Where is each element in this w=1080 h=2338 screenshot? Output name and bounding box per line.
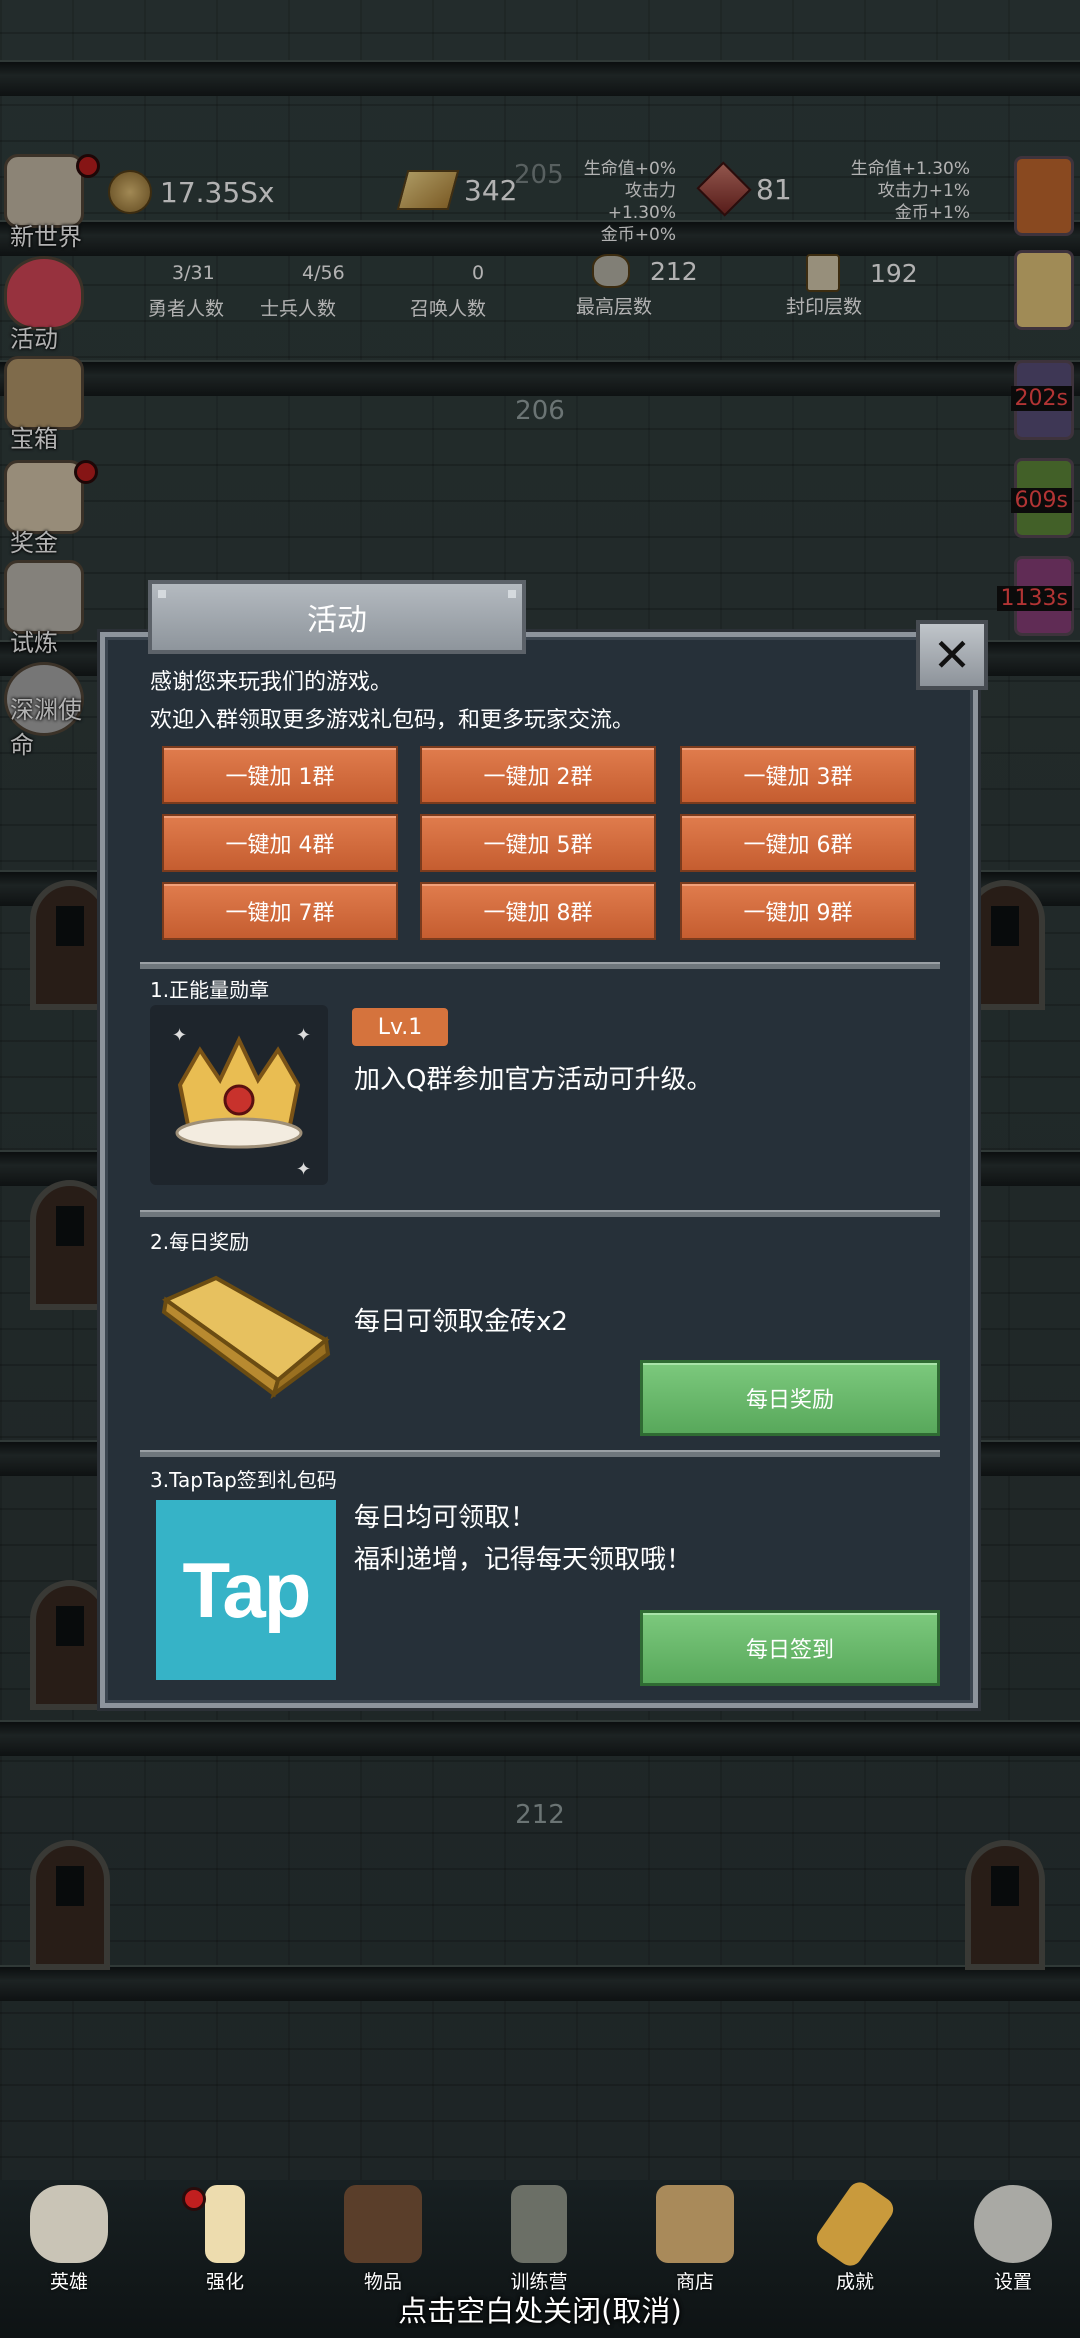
nav-settings[interactable]: 设置 (958, 2185, 1068, 2295)
nav-enhance[interactable]: 强化 (170, 2185, 280, 2295)
join-group-4-button[interactable]: 一键加 4群 (162, 814, 398, 872)
nav-shop[interactable]: 商店 (640, 2185, 750, 2295)
book-icon (344, 2185, 422, 2263)
intro-line-1: 感谢您来玩我们的游戏。 (150, 670, 393, 695)
taptap-line-1: 每日均可领取！ (354, 1503, 537, 1533)
join-group-8-button[interactable]: 一键加 8群 (420, 882, 656, 940)
taptap-line-2: 福利递增，记得每天领取哦！ (354, 1545, 693, 1575)
section-2-title: 2.每日奖励 (150, 1230, 250, 1254)
join-group-5-button[interactable]: 一键加 5群 (420, 814, 656, 872)
beer-mug-icon (656, 2185, 734, 2263)
daily-checkin-button[interactable]: 每日签到 (640, 1610, 940, 1686)
notification-dot (182, 2187, 206, 2211)
join-group-1-button[interactable]: 一键加 1群 (162, 746, 398, 804)
close-button[interactable]: ✕ (916, 620, 988, 690)
section-separator (140, 962, 940, 969)
gold-brick-icon (156, 1270, 336, 1400)
join-group-3-button[interactable]: 一键加 3群 (680, 746, 916, 804)
daily-reward-button[interactable]: 每日奖励 (640, 1360, 940, 1436)
section-separator (140, 1210, 940, 1217)
gear-icon (974, 2185, 1052, 2263)
svg-text:✦: ✦ (172, 1025, 187, 1046)
tap-to-close-hint[interactable]: 点击空白处关闭(取消) (0, 2288, 1080, 2330)
svg-text:✦: ✦ (296, 1025, 311, 1046)
taptap-logo-icon: Tap (156, 1500, 336, 1680)
nav-hero[interactable]: 英雄 (14, 2185, 124, 2295)
medal-description: 加入Q群参加官方活动可升级。 (354, 1065, 713, 1095)
section-3-title: 3.TapTap签到礼包码 (150, 1468, 337, 1492)
nav-training[interactable]: 训练营 (484, 2185, 594, 2295)
level-badge: Lv.1 (352, 1008, 448, 1046)
join-group-6-button[interactable]: 一键加 6群 (680, 814, 916, 872)
skull-icon (30, 2185, 108, 2263)
nav-items[interactable]: 物品 (328, 2185, 438, 2295)
daily-reward-description: 每日可领取金砖x2 (354, 1307, 568, 1337)
section-1-title: 1.正能量勋章 (150, 978, 270, 1002)
crown-medal-icon: ✦ ✦ ✦ (150, 1005, 328, 1185)
svg-text:✦: ✦ (296, 1159, 311, 1180)
join-group-7-button[interactable]: 一键加 7群 (162, 882, 398, 940)
key-icon (812, 2177, 898, 2271)
join-group-2-button[interactable]: 一键加 2群 (420, 746, 656, 804)
nav-achievement[interactable]: 成就 (800, 2177, 910, 2295)
close-x-icon: ✕ (932, 628, 972, 682)
section-separator (140, 1450, 940, 1457)
lantern-icon (511, 2185, 567, 2263)
candle-icon (205, 2185, 245, 2263)
join-group-9-button[interactable]: 一键加 9群 (680, 882, 916, 940)
intro-line-2: 欢迎入群领取更多游戏礼包码，和更多玩家交流。 (150, 708, 635, 733)
dialog-title: 活动 (148, 580, 526, 654)
